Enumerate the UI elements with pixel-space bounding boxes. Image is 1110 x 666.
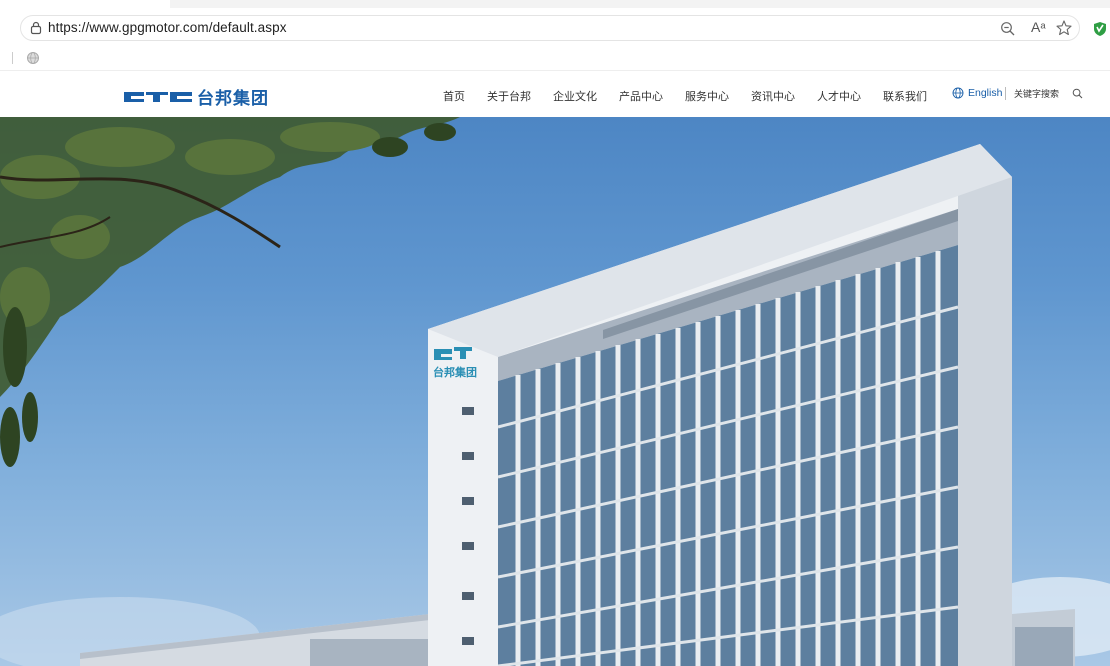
gpg-logo-mark-icon — [124, 91, 192, 102]
hero-banner: 台邦集团 — [0, 117, 1110, 666]
search-icon[interactable] — [1072, 88, 1083, 99]
url-text[interactable]: https://www.gpgmotor.com/default.aspx — [48, 20, 287, 35]
address-bar-row: https://www.gpgmotor.com/default.aspx Aᵃ — [0, 8, 1110, 46]
nav-item-contact[interactable]: 联系我们 — [883, 88, 927, 104]
nav-item-home[interactable]: 首页 — [443, 88, 465, 104]
language-label: English — [968, 87, 1003, 99]
bookmarks-bar — [0, 46, 1110, 71]
star-icon[interactable] — [1055, 19, 1073, 37]
shield-extension-icon[interactable] — [1092, 21, 1108, 37]
globe-icon[interactable] — [26, 51, 40, 65]
search-input[interactable] — [1014, 85, 1064, 102]
lock-icon[interactable] — [29, 21, 43, 35]
logo-text: 台邦集团 — [197, 89, 269, 108]
tab-strip — [0, 0, 1110, 8]
nav-item-news[interactable]: 资讯中心 — [751, 88, 795, 104]
zoom-out-icon[interactable] — [1000, 21, 1016, 37]
globe-icon — [952, 87, 964, 99]
main-nav: 首页 关于台邦 企业文化 产品中心 服务中心 资讯中心 人才中心 联系我们 — [443, 88, 949, 104]
read-aloud-icon[interactable]: Aᵃ — [1031, 19, 1046, 35]
active-tab[interactable] — [0, 0, 170, 8]
site-header: 台邦集团 首页 关于台邦 企业文化 产品中心 服务中心 资讯中心 人才中心 联系… — [0, 71, 1110, 117]
site-logo[interactable]: 台邦集团 — [122, 84, 269, 109]
nav-item-about[interactable]: 关于台邦 — [487, 88, 531, 104]
nav-item-careers[interactable]: 人才中心 — [817, 88, 861, 104]
nav-item-products[interactable]: 产品中心 — [619, 88, 663, 104]
language-switch[interactable]: English — [952, 87, 1002, 99]
nav-item-culture[interactable]: 企业文化 — [553, 88, 597, 104]
bookmarks-separator — [12, 52, 13, 64]
building-illustration: 台邦集团 — [0, 117, 1110, 666]
building-sign-text: 台邦集团 — [433, 365, 477, 379]
nav-item-service[interactable]: 服务中心 — [685, 88, 729, 104]
header-divider — [1005, 87, 1006, 100]
